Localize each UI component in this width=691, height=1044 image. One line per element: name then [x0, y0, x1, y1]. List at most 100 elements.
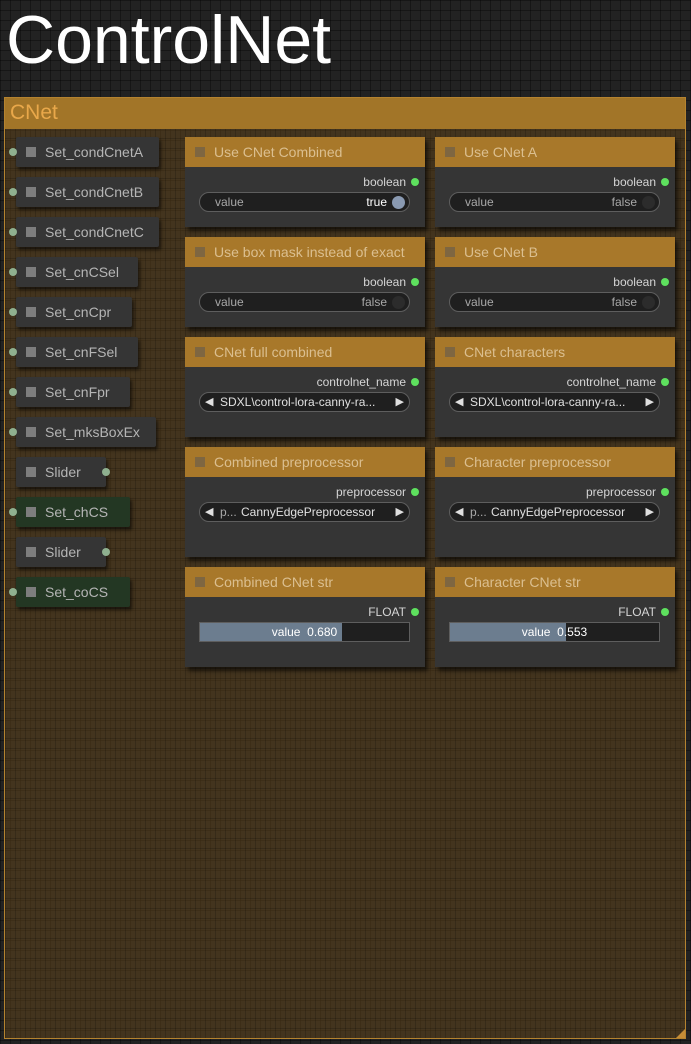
boolean-toggle[interactable]: value true: [199, 192, 410, 212]
output-dot[interactable]: [411, 378, 419, 386]
output-dot[interactable]: [102, 548, 110, 556]
collapse-toggle[interactable]: [195, 147, 205, 157]
node-header[interactable]: Use CNet A: [435, 137, 675, 167]
toggle-knob[interactable]: [642, 196, 655, 209]
node-use-cnet-a[interactable]: Use CNet A boolean value false: [435, 137, 675, 227]
node-slider-1[interactable]: Slider: [16, 457, 110, 487]
collapse-toggle[interactable]: [26, 507, 36, 517]
float-slider[interactable]: value 0.553: [449, 622, 660, 642]
output-dot[interactable]: [102, 468, 110, 476]
output-dot[interactable]: [661, 378, 669, 386]
collapse-toggle[interactable]: [26, 267, 36, 277]
output-dot[interactable]: [661, 488, 669, 496]
boolean-toggle[interactable]: value false: [449, 192, 660, 212]
node-use-cnet-combined[interactable]: Use CNet Combined boolean value true: [185, 137, 425, 227]
collapse-toggle[interactable]: [445, 147, 455, 157]
combo-prev-arrow[interactable]: ◀: [205, 393, 213, 411]
preprocessor-combo[interactable]: ◀ p... CannyEdgePreprocessor ▶: [199, 502, 410, 522]
input-dot[interactable]: [9, 268, 17, 276]
group-resize-handle[interactable]: [676, 1029, 685, 1038]
collapse-toggle[interactable]: [445, 347, 455, 357]
node-set-chcs[interactable]: Set_chCS: [9, 497, 130, 527]
boolean-toggle[interactable]: value false: [449, 292, 660, 312]
collapse-toggle[interactable]: [26, 347, 36, 357]
collapse-toggle[interactable]: [26, 307, 36, 317]
node-slider-2[interactable]: Slider: [16, 537, 110, 567]
node-header[interactable]: Use CNet Combined: [185, 137, 425, 167]
node-header[interactable]: CNet full combined: [185, 337, 425, 367]
combo-next-arrow[interactable]: ▶: [396, 503, 404, 521]
float-slider[interactable]: value 0.680: [199, 622, 410, 642]
combo-next-arrow[interactable]: ▶: [646, 503, 654, 521]
output-dot[interactable]: [411, 608, 419, 616]
input-dot[interactable]: [9, 308, 17, 316]
node-combined-preprocessor[interactable]: Combined preprocessor preprocessor ◀ p..…: [185, 447, 425, 557]
toggle-knob[interactable]: [392, 296, 405, 309]
collapse-toggle[interactable]: [445, 247, 455, 257]
output-dot[interactable]: [411, 178, 419, 186]
node-header[interactable]: Use box mask instead of exact: [185, 237, 425, 267]
preprocessor-combo[interactable]: ◀ p... CannyEdgePreprocessor ▶: [449, 502, 660, 522]
node-set-cnfsel[interactable]: Set_cnFSel: [9, 337, 138, 367]
node-character-cnet-str[interactable]: Character CNet str FLOAT value 0.553: [435, 567, 675, 667]
collapse-toggle[interactable]: [26, 467, 36, 477]
node-header[interactable]: CNet characters: [435, 337, 675, 367]
node-set-cocs[interactable]: Set_coCS: [9, 577, 130, 607]
output-dot[interactable]: [661, 178, 669, 186]
node-cnet-characters[interactable]: CNet characters controlnet_name ◀ SDXL\c…: [435, 337, 675, 437]
output-dot[interactable]: [661, 608, 669, 616]
input-dot[interactable]: [9, 148, 17, 156]
node-set-condcnetc[interactable]: Set_condCnetC: [9, 217, 159, 247]
output-dot[interactable]: [661, 278, 669, 286]
node-header[interactable]: Character preprocessor: [435, 447, 675, 477]
node-set-condcnetb[interactable]: Set_condCnetB: [9, 177, 159, 207]
input-dot[interactable]: [9, 588, 17, 596]
node-set-cnfpr[interactable]: Set_cnFpr: [9, 377, 130, 407]
node-character-preprocessor[interactable]: Character preprocessor preprocessor ◀ p.…: [435, 447, 675, 557]
input-dot[interactable]: [9, 508, 17, 516]
node-set-cncsel[interactable]: Set_cnCSel: [9, 257, 138, 287]
controlnet-combo[interactable]: ◀ SDXL\control-lora-canny-ra... ▶: [199, 392, 410, 412]
node-cnet-full-combined[interactable]: CNet full combined controlnet_name ◀ SDX…: [185, 337, 425, 437]
output-dot[interactable]: [411, 278, 419, 286]
collapse-toggle[interactable]: [195, 457, 205, 467]
collapse-toggle[interactable]: [26, 547, 36, 557]
input-dot[interactable]: [9, 428, 17, 436]
collapse-toggle[interactable]: [26, 147, 36, 157]
input-dot[interactable]: [9, 228, 17, 236]
combo-prev-arrow[interactable]: ◀: [455, 393, 463, 411]
collapse-toggle[interactable]: [26, 587, 36, 597]
node-use-cnet-b[interactable]: Use CNet B boolean value false: [435, 237, 675, 327]
node-set-cncpr[interactable]: Set_cnCpr: [9, 297, 132, 327]
combo-next-arrow[interactable]: ▶: [396, 393, 404, 411]
collapse-toggle[interactable]: [195, 577, 205, 587]
input-dot[interactable]: [9, 348, 17, 356]
collapse-toggle[interactable]: [26, 187, 36, 197]
node-use-box-mask[interactable]: Use box mask instead of exact boolean va…: [185, 237, 425, 327]
node-set-condcneta[interactable]: Set_condCnetA: [9, 137, 159, 167]
boolean-toggle[interactable]: value false: [199, 292, 410, 312]
toggle-knob[interactable]: [642, 296, 655, 309]
collapse-toggle[interactable]: [445, 577, 455, 587]
group-header[interactable]: [5, 98, 685, 129]
node-set-mksboxex[interactable]: Set_mksBoxEx: [9, 417, 156, 447]
output-dot[interactable]: [411, 488, 419, 496]
combo-prev-arrow[interactable]: ◀: [455, 503, 463, 521]
node-header[interactable]: Use CNet B: [435, 237, 675, 267]
collapse-toggle[interactable]: [26, 427, 36, 437]
collapse-toggle[interactable]: [445, 457, 455, 467]
collapse-toggle[interactable]: [195, 347, 205, 357]
node-header[interactable]: Combined CNet str: [185, 567, 425, 597]
combo-prev-arrow[interactable]: ◀: [205, 503, 213, 521]
toggle-knob[interactable]: [392, 196, 405, 209]
collapse-toggle[interactable]: [26, 227, 36, 237]
combo-next-arrow[interactable]: ▶: [646, 393, 654, 411]
input-dot[interactable]: [9, 188, 17, 196]
node-combined-cnet-str[interactable]: Combined CNet str FLOAT value 0.680: [185, 567, 425, 667]
node-header[interactable]: Character CNet str: [435, 567, 675, 597]
collapse-toggle[interactable]: [26, 387, 36, 397]
controlnet-combo[interactable]: ◀ SDXL\control-lora-canny-ra... ▶: [449, 392, 660, 412]
collapse-toggle[interactable]: [195, 247, 205, 257]
node-header[interactable]: Combined preprocessor: [185, 447, 425, 477]
input-dot[interactable]: [9, 388, 17, 396]
